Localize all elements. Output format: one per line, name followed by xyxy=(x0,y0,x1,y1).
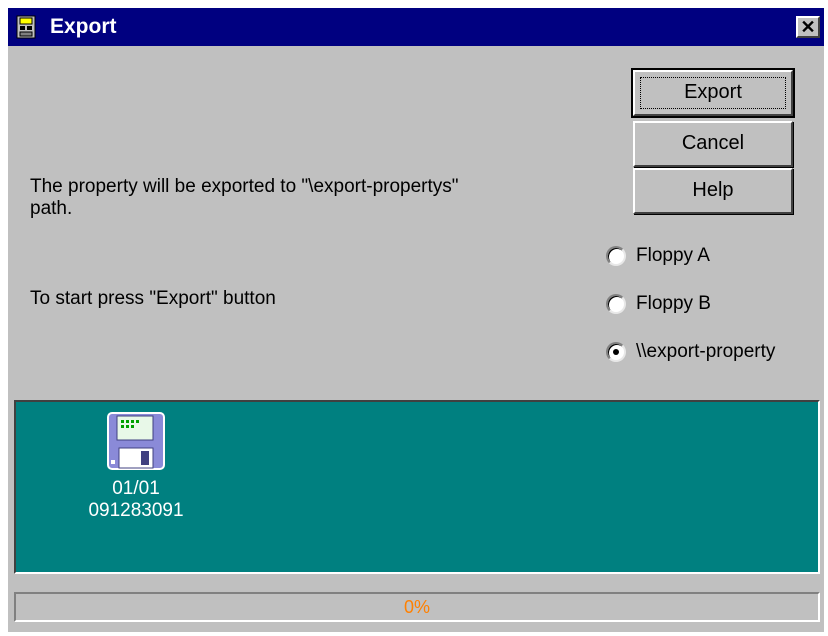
export-path-line: The property will be exported to "\expor… xyxy=(30,176,459,197)
radio-button-selected-icon xyxy=(606,342,626,362)
floppy-disk-icon xyxy=(107,412,165,470)
radio-button-icon xyxy=(606,294,626,314)
close-icon: ✕ xyxy=(800,17,816,37)
radio-floppy-a-label: Floppy A xyxy=(636,245,710,266)
export-dialog: Export ✕ Export Cancel Help The property… xyxy=(8,8,824,632)
help-button-label: Help xyxy=(692,179,734,201)
cancel-button[interactable]: Cancel xyxy=(633,121,793,167)
window-title: Export xyxy=(50,15,117,38)
title-bar: Export ✕ xyxy=(8,8,824,46)
item-caption: 01/01 091283091 xyxy=(66,478,206,522)
item-id: 091283091 xyxy=(88,500,184,521)
start-instruction: To start press "Export" button xyxy=(30,288,276,309)
radio-export-property-label: \\export-property xyxy=(636,341,776,362)
cancel-button-label: Cancel xyxy=(681,132,745,154)
focus-rectangle xyxy=(640,77,786,109)
export-items-panel: 01/01 091283091 xyxy=(14,400,820,574)
close-button[interactable]: ✕ xyxy=(796,16,820,38)
help-button[interactable]: Help xyxy=(633,168,793,214)
item-date: 01/01 xyxy=(112,478,160,499)
progress-bar: 0% xyxy=(14,592,820,622)
radio-floppy-b-label: Floppy B xyxy=(636,293,711,314)
progress-label: 0% xyxy=(403,597,430,617)
export-app-icon xyxy=(16,15,36,39)
export-item[interactable]: 01/01 091283091 xyxy=(66,412,206,522)
export-path-message: The property will be exported to "\expor… xyxy=(30,176,459,220)
radio-button-icon xyxy=(606,246,626,266)
export-path-line-2: path. xyxy=(30,198,73,219)
export-button[interactable]: Export xyxy=(631,68,795,118)
